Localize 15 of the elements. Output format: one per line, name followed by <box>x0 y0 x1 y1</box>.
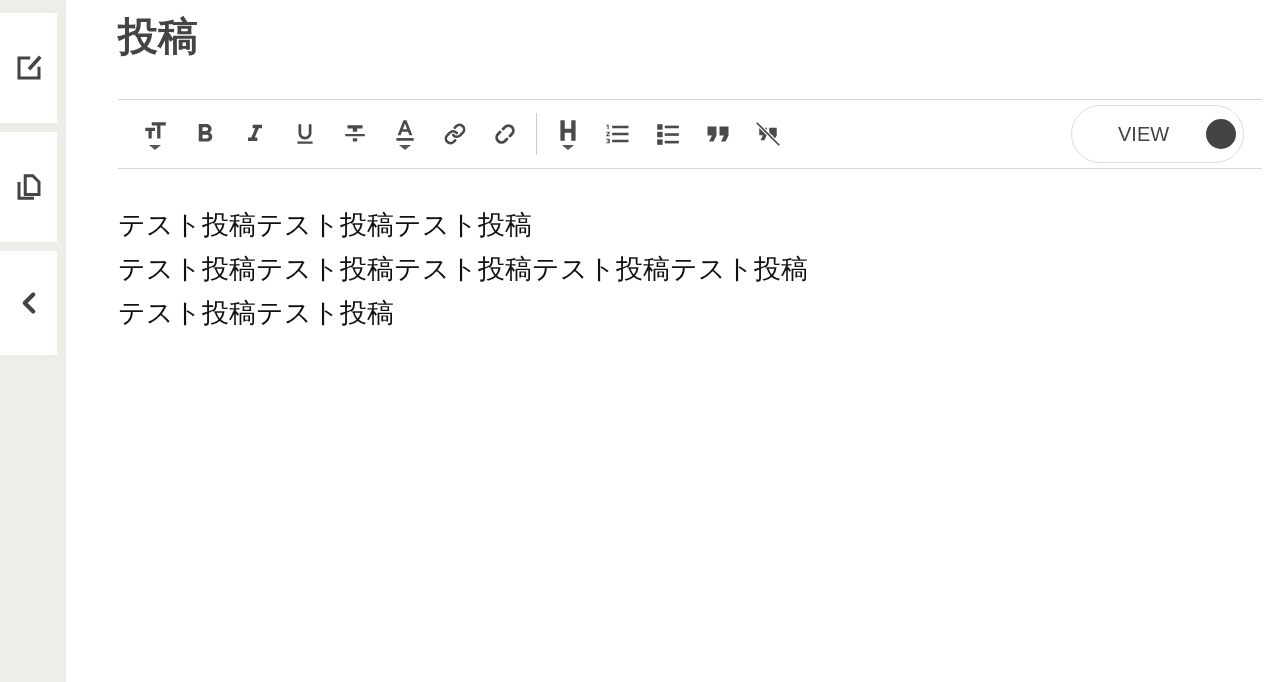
link-icon <box>444 123 466 145</box>
quote-off-icon <box>753 119 783 149</box>
body-text-line: テスト投稿テスト投稿テスト投稿 <box>118 208 533 242</box>
copy-button[interactable] <box>0 132 57 242</box>
body-text-line: テスト投稿テスト投稿 <box>118 296 395 330</box>
bulleted-list-icon <box>655 121 681 147</box>
caret-icon <box>562 145 574 150</box>
edit-button[interactable] <box>0 13 57 123</box>
page-title: 投稿 <box>118 12 199 60</box>
body-text-line: テスト投稿テスト投稿テスト投稿テスト投稿テスト投稿 <box>118 252 809 286</box>
caret-icon <box>399 145 411 150</box>
caret-icon <box>149 145 161 150</box>
view-toggle[interactable]: VIEW <box>1071 105 1244 163</box>
broken-link-icon <box>492 121 518 147</box>
toggle-knob-icon <box>1206 119 1236 149</box>
